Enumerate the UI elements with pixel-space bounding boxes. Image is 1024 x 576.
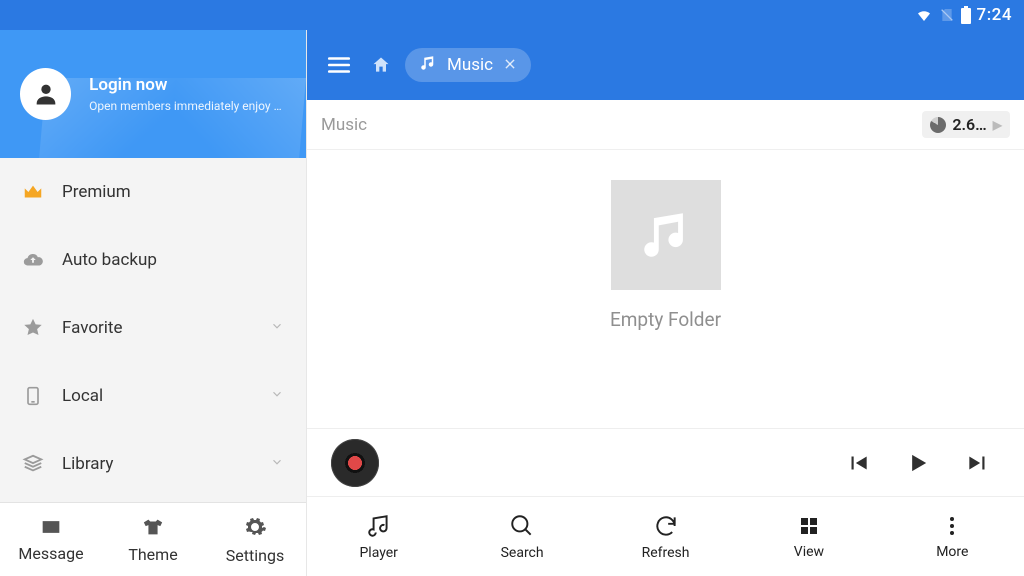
- nav-player[interactable]: Player: [307, 497, 450, 576]
- crown-icon: [22, 181, 44, 203]
- pie-icon: [930, 117, 946, 133]
- bottom-nav: Player Search Refresh View More: [307, 496, 1024, 576]
- layers-icon: [22, 453, 44, 475]
- nav-search[interactable]: Search: [450, 497, 593, 576]
- path-row: Music 2.6… ▶: [307, 100, 1024, 150]
- wifi-icon: [915, 6, 933, 24]
- sidebar-tab-message[interactable]: Message: [0, 503, 102, 576]
- tshirt-icon: [141, 516, 165, 542]
- tab-label: Music: [447, 55, 493, 75]
- sidebar-tab-settings[interactable]: Settings: [204, 503, 306, 576]
- login-subtitle: Open members immediately enjoy all…: [89, 99, 286, 113]
- nav-label: Search: [501, 545, 544, 561]
- sidebar-tab-label: Theme: [128, 545, 177, 564]
- nav-label: More: [936, 544, 968, 560]
- chevron-down-icon: [270, 454, 284, 474]
- nav-view[interactable]: View: [737, 497, 880, 576]
- sidebar-item-label: Premium: [62, 182, 131, 202]
- avatar: [20, 68, 71, 120]
- tab-music[interactable]: Music: [405, 48, 531, 82]
- nav-more[interactable]: More: [881, 497, 1024, 576]
- prev-button[interactable]: [836, 450, 880, 476]
- sidebar-item-label: Favorite: [62, 318, 123, 338]
- sidebar-item-favorite[interactable]: Favorite: [0, 294, 306, 362]
- nav-label: Player: [359, 545, 397, 561]
- status-clock: 7:24: [977, 5, 1012, 25]
- close-icon[interactable]: [503, 56, 517, 75]
- storage-label: 2.6…: [952, 115, 986, 134]
- empty-folder-tile: [611, 180, 721, 290]
- path-current[interactable]: Music: [321, 115, 367, 135]
- home-button[interactable]: [371, 55, 391, 75]
- no-sim-icon: [939, 7, 955, 23]
- sidebar-item-premium[interactable]: Premium: [0, 158, 306, 226]
- next-button[interactable]: [956, 450, 1000, 476]
- star-icon: [22, 317, 44, 339]
- gear-icon: [243, 515, 267, 543]
- nav-label: Refresh: [642, 545, 690, 561]
- sidebar-item-label: Library: [62, 454, 113, 474]
- sidebar-item-library[interactable]: Library: [0, 430, 306, 498]
- music-note-icon: [419, 54, 437, 76]
- sidebar-item-label: Local: [62, 386, 103, 406]
- main: Music Music 2.6… ▶ Empty Folder: [307, 30, 1024, 576]
- storage-chip[interactable]: 2.6… ▶: [922, 111, 1010, 138]
- main-header: Music: [307, 30, 1024, 100]
- sidebar-item-local[interactable]: Local: [0, 362, 306, 430]
- battery-icon: [961, 6, 971, 24]
- sidebar-tab-label: Message: [18, 544, 83, 563]
- play-button[interactable]: [896, 449, 940, 477]
- player-bar: [307, 428, 1024, 496]
- vinyl-disc[interactable]: [331, 439, 379, 487]
- status-bar: 7:24: [0, 0, 1024, 30]
- sidebar-tab-label: Settings: [226, 546, 284, 565]
- sidebar: Login now Open members immediately enjoy…: [0, 30, 307, 576]
- login-block[interactable]: Login now Open members immediately enjoy…: [0, 30, 306, 158]
- sidebar-item-label: Auto backup: [62, 250, 157, 270]
- cloud-upload-icon: [22, 249, 44, 271]
- chevron-down-icon: [270, 318, 284, 338]
- sidebar-tab-theme[interactable]: Theme: [102, 503, 204, 576]
- sidebar-item-auto-backup[interactable]: Auto backup: [0, 226, 306, 294]
- device-icon: [22, 385, 44, 407]
- nav-refresh[interactable]: Refresh: [594, 497, 737, 576]
- mail-icon: [39, 517, 63, 541]
- login-title: Login now: [89, 75, 286, 95]
- chevron-down-icon: [270, 386, 284, 406]
- nav-label: View: [794, 544, 824, 560]
- empty-folder-label: Empty Folder: [610, 308, 721, 331]
- chevron-right-icon: ▶: [993, 118, 1002, 132]
- content-area: Empty Folder: [307, 150, 1024, 428]
- menu-button[interactable]: [321, 52, 357, 78]
